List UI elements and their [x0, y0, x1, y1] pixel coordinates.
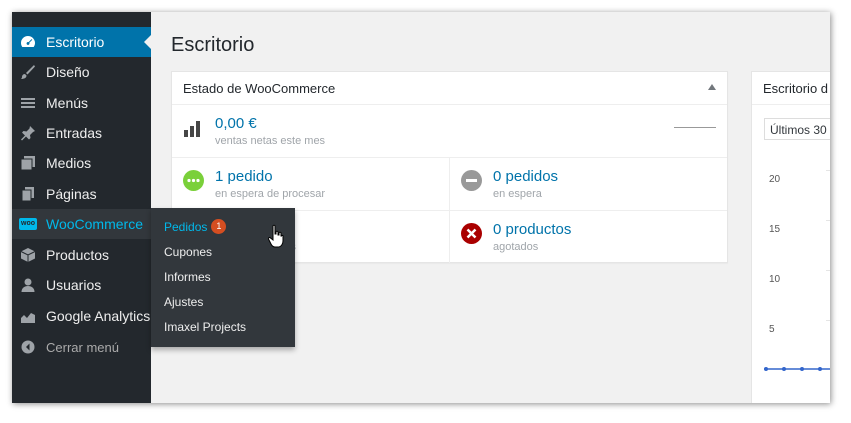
brush-icon	[18, 62, 38, 82]
on-hold-orders-caption: en espera	[493, 188, 542, 200]
sidebar-item-escritorio[interactable]: Escritorio	[12, 27, 151, 57]
processing-orders-caption: en espera de procesar	[215, 188, 326, 200]
collapse-icon	[18, 337, 38, 357]
grid-line	[826, 320, 830, 321]
menu-icon	[18, 93, 38, 113]
sidebar-item-menus[interactable]: Menús	[12, 88, 151, 118]
processing-icon	[183, 170, 204, 191]
widget-header: Estado de WooCommerce	[172, 72, 727, 105]
pending-orders-badge: 1	[211, 219, 227, 235]
sidebar-item-label: WooCommerce	[46, 216, 143, 232]
page-title: Escritorio	[171, 34, 255, 56]
submenu-item-imaxel-projects[interactable]: Imaxel Projects	[164, 316, 246, 338]
grid-line	[826, 220, 830, 221]
sidebar-item-label: Medios	[46, 155, 92, 171]
processing-orders-cell[interactable]: 1 pedido en espera de procesar	[172, 158, 450, 210]
sidebar-item-label: Páginas	[46, 186, 97, 202]
sales-row: 0,00 € ventas netas este mes	[172, 105, 727, 158]
analytics-dashboard-widget: Escritorio d Últimos 30 20 15 10 5	[751, 71, 830, 403]
hand-cursor-icon	[268, 224, 284, 248]
sidebar-item-woocommerce[interactable]: woo WooCommerce	[12, 209, 151, 239]
sidebar-item-medios[interactable]: Medios	[12, 148, 151, 178]
dashboard-icon	[18, 32, 38, 52]
sidebar-item-usuarios[interactable]: Usuarios	[12, 270, 151, 300]
woocommerce-icon: woo	[18, 214, 38, 234]
sidebar-item-label: Entradas	[46, 125, 103, 141]
y-tick-label: 20	[769, 174, 781, 185]
sidebar-item-label: Menús	[46, 95, 89, 111]
on-hold-orders-link[interactable]: 0 pedidos	[493, 168, 558, 185]
pin-icon	[18, 123, 38, 143]
on-hold-icon	[461, 170, 482, 191]
collapse-toggle-icon[interactable]	[708, 84, 716, 90]
grid-line	[826, 270, 830, 271]
admin-sidebar: Escritorio Diseño Menús Entradas Medios	[12, 12, 151, 403]
bar-chart-icon	[184, 121, 200, 137]
pages-icon	[18, 184, 38, 204]
media-icon	[18, 153, 38, 173]
collapse-menu-button[interactable]: Cerrar menú	[12, 332, 151, 362]
box-icon	[18, 245, 38, 265]
collapse-menu-label: Cerrar menú	[46, 339, 119, 355]
user-icon	[18, 275, 38, 295]
sidebar-item-label: Productos	[46, 247, 110, 263]
y-tick-label: 10	[769, 274, 781, 285]
on-hold-orders-cell[interactable]: 0 pedidos en espera	[450, 158, 727, 210]
sidebar-item-paginas[interactable]: Páginas	[12, 179, 151, 209]
grid-line	[826, 170, 830, 171]
orders-row: 1 pedido en espera de procesar 0 pedidos…	[172, 158, 727, 211]
sidebar-item-diseno[interactable]: Diseño	[12, 57, 151, 87]
sidebar-item-label: Usuarios	[46, 277, 102, 293]
wp-admin-window: Escritorio Diseño Menús Entradas Medios	[12, 12, 830, 403]
out-of-stock-caption: agotados	[493, 241, 539, 253]
submenu-item-label: Pedidos	[164, 220, 208, 234]
sidebar-item-entradas[interactable]: Entradas	[12, 118, 151, 148]
sidebar-item-label: Google Analytics	[46, 308, 151, 324]
submenu-item-cupones[interactable]: Cupones	[164, 241, 212, 263]
net-sales-caption: ventas netas este mes	[215, 135, 326, 147]
submenu-item-pedidos[interactable]: Pedidos 1	[164, 216, 227, 238]
submenu-item-informes[interactable]: Informes	[164, 266, 211, 288]
analytics-line-series	[764, 367, 830, 371]
sidebar-item-label: Escritorio	[46, 34, 105, 50]
sidebar-item-label: Diseño	[46, 64, 90, 80]
sparkline	[674, 127, 716, 128]
y-tick-label: 5	[769, 324, 775, 335]
widget-header: Escritorio d	[752, 72, 830, 105]
sidebar-item-google-analytics[interactable]: Google Analytics	[12, 301, 151, 331]
sidebar-item-productos[interactable]: Productos	[12, 240, 151, 270]
net-sales-link[interactable]: 0,00 €	[215, 115, 257, 132]
y-tick-label: 15	[769, 224, 781, 235]
out-of-stock-icon	[461, 223, 482, 244]
out-of-stock-link[interactable]: 0 productos	[493, 221, 571, 238]
widget-title: Estado de WooCommerce	[183, 81, 336, 96]
date-range-select[interactable]: Últimos 30	[764, 118, 830, 140]
widget-title: Escritorio d	[763, 81, 829, 96]
processing-orders-link[interactable]: 1 pedido	[215, 168, 273, 185]
out-of-stock-cell[interactable]: 0 productos agotados	[450, 211, 727, 263]
analytics-icon	[18, 306, 38, 326]
submenu-item-ajustes[interactable]: Ajustes	[164, 291, 203, 313]
